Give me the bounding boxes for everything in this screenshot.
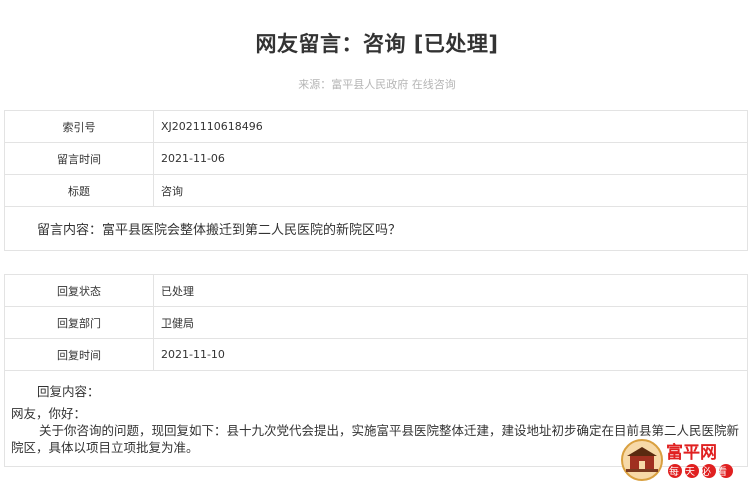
source-line: 来源：富平县人民政府 在线咨询 [298, 78, 456, 91]
table-row: 标题 咨询 [4, 174, 748, 207]
subject-value: 咨询 [153, 174, 748, 207]
message-info-table: 索引号 XJ2021110618496 留言时间 2021-11-06 标题 咨… [4, 110, 748, 251]
reply-dept-value: 卫健局 [153, 306, 748, 339]
reply-greeting: 网友，你好： [11, 406, 87, 421]
reply-dept-label: 回复部门 [4, 306, 154, 339]
site-watermark-logo: 富平网 每天必看 [620, 438, 744, 482]
reply-status-value: 已处理 [153, 274, 748, 307]
reply-content-label: 回复内容： [37, 384, 100, 399]
page-title: 网友留言：咨询 [已处理] [255, 32, 499, 56]
index-value: XJ2021110618496 [153, 110, 748, 143]
table-row: 留言内容：富平县医院会整体搬迁到第二人民医院的新院区吗？ [4, 206, 748, 251]
table-row: 索引号 XJ2021110618496 [4, 110, 748, 143]
watermark-brand: 富平网 [666, 442, 717, 463]
watermark-slogan: 每天必看 [669, 465, 733, 478]
reply-status-label: 回复状态 [4, 274, 154, 307]
reply-time-label: 回复时间 [4, 338, 154, 371]
subject-label: 标题 [4, 174, 154, 207]
table-row: 回复状态 已处理 [4, 274, 748, 307]
reply-time-value: 2021-11-10 [153, 338, 748, 371]
watermark-svg: 富平网 每天必看 [621, 439, 733, 481]
message-time-value: 2021-11-06 [153, 142, 748, 175]
city-gate-icon [621, 439, 663, 481]
index-label: 索引号 [4, 110, 154, 143]
message-content: 留言内容：富平县医院会整体搬迁到第二人民医院的新院区吗？ [37, 223, 402, 238]
table-row: 回复部门 卫健局 [4, 306, 748, 339]
message-content-cell: 留言内容：富平县医院会整体搬迁到第二人民医院的新院区吗？ [4, 206, 748, 251]
table-row: 回复时间 2021-11-10 [4, 338, 748, 371]
table-row: 留言时间 2021-11-06 [4, 142, 748, 175]
message-time-label: 留言时间 [4, 142, 154, 175]
